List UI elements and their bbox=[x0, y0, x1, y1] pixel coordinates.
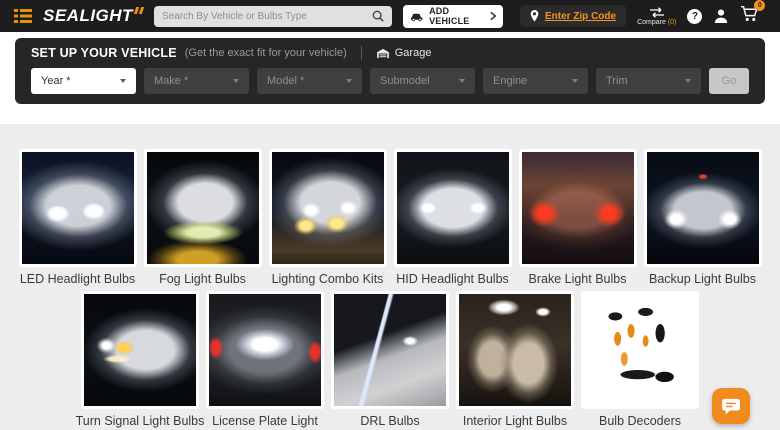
category-label: Lighting Combo Kits bbox=[271, 272, 384, 286]
chevron-right-icon bbox=[490, 11, 496, 21]
category-label: Fog Light Bulbs bbox=[159, 272, 246, 286]
make-select[interactable]: Make * bbox=[144, 68, 249, 94]
compare-count: (0) bbox=[667, 18, 677, 26]
compare-button[interactable]: Compare (0) bbox=[637, 6, 677, 26]
zip-code-button[interactable]: Enter Zip Code bbox=[519, 5, 627, 27]
category-photo-turn-signal bbox=[81, 291, 199, 410]
engine-select[interactable]: Engine bbox=[483, 68, 588, 94]
compare-label: Compare (0) bbox=[637, 18, 677, 26]
category-photo-fog-light bbox=[143, 149, 262, 267]
trim-select[interactable]: Trim bbox=[596, 68, 701, 94]
divider bbox=[360, 46, 362, 60]
category-section: LED Headlight Bulbs Fog Light Bulbs Ligh… bbox=[0, 124, 780, 430]
chat-bubble-icon bbox=[722, 398, 740, 414]
category-photo-interior-light bbox=[456, 291, 574, 410]
garage-label: Garage bbox=[394, 47, 432, 59]
help-glyph: ? bbox=[691, 10, 698, 22]
cart-button[interactable]: 0 bbox=[740, 0, 766, 27]
category-label: LED Headlight Bulbs bbox=[19, 272, 136, 286]
search-bar[interactable] bbox=[153, 5, 392, 27]
garage-link[interactable]: Garage bbox=[376, 47, 432, 59]
category-label: HID Headlight Bulbs bbox=[396, 272, 509, 286]
category-photo-bulb-decoders bbox=[581, 291, 699, 410]
category-license-plate[interactable]: License Plate Light Bulbs bbox=[206, 291, 324, 430]
add-vehicle-button[interactable]: ADD VEHICLE bbox=[402, 4, 503, 28]
menu-icon[interactable] bbox=[14, 9, 32, 23]
cart-badge: 0 bbox=[754, 0, 766, 11]
sealight-logo[interactable]: SEALIGHT bbox=[43, 6, 145, 26]
account-icon[interactable] bbox=[713, 8, 729, 24]
submodel-select[interactable]: Submodel bbox=[370, 68, 475, 94]
category-label: Backup Light Bulbs bbox=[648, 272, 756, 286]
top-header: SEALIGHT ADD VEHICLE Enter Zip Code Comp… bbox=[0, 0, 780, 32]
category-led-headlight[interactable]: LED Headlight Bulbs bbox=[18, 149, 137, 286]
setup-subtitle: (Get the exact fit for your vehicle) bbox=[184, 47, 347, 59]
category-photo-lighting-combo bbox=[268, 149, 387, 267]
category-photo-brake-light bbox=[518, 149, 637, 267]
category-turn-signal[interactable]: Turn Signal Light Bulbs bbox=[76, 291, 204, 430]
model-select[interactable]: Model * bbox=[257, 68, 362, 94]
logo-text: SEALIGHT bbox=[43, 6, 133, 25]
category-lighting-combo[interactable]: Lighting Combo Kits bbox=[268, 149, 387, 286]
category-bulb-decoders[interactable]: Bulb Decoders bbox=[581, 291, 699, 430]
vehicle-setup-panel: SET UP YOUR VEHICLE (Get the exact fit f… bbox=[15, 38, 765, 104]
category-hid-headlight[interactable]: HID Headlight Bulbs bbox=[393, 149, 512, 286]
compare-arrows-icon bbox=[649, 6, 664, 18]
zip-code-label: Enter Zip Code bbox=[544, 10, 617, 22]
category-photo-led-headlight bbox=[18, 149, 137, 267]
category-row-2: Turn Signal Light Bulbs License Plate Li… bbox=[0, 291, 780, 430]
category-row-1: LED Headlight Bulbs Fog Light Bulbs Ligh… bbox=[0, 149, 780, 286]
category-backup-light[interactable]: Backup Light Bulbs bbox=[643, 149, 762, 286]
category-fog-light[interactable]: Fog Light Bulbs bbox=[143, 149, 262, 286]
car-icon bbox=[410, 13, 423, 21]
category-drl[interactable]: DRL Bulbs bbox=[331, 291, 449, 430]
category-brake-light[interactable]: Brake Light Bulbs bbox=[518, 149, 637, 286]
garage-icon bbox=[376, 48, 389, 58]
category-photo-backup-light bbox=[643, 149, 762, 267]
search-input[interactable] bbox=[161, 10, 372, 22]
category-photo-license-plate bbox=[206, 291, 324, 410]
category-label: License Plate Light Bulbs bbox=[212, 414, 318, 430]
category-interior-light[interactable]: Interior Light Bulbs bbox=[456, 291, 574, 430]
setup-title: SET UP YOUR VEHICLE bbox=[31, 46, 177, 60]
category-label: Turn Signal Light Bulbs bbox=[75, 414, 205, 429]
category-label: Bulb Decoders bbox=[599, 414, 681, 429]
add-vehicle-label: ADD VEHICLE bbox=[429, 6, 470, 26]
category-photo-hid-headlight bbox=[393, 149, 512, 267]
year-select[interactable]: Year * bbox=[31, 68, 136, 94]
location-pin-icon bbox=[530, 10, 539, 22]
help-button[interactable]: ? bbox=[687, 8, 703, 24]
category-label: Interior Light Bulbs bbox=[462, 414, 568, 429]
category-label: DRL Bulbs bbox=[360, 414, 420, 429]
logo-accent bbox=[133, 7, 145, 14]
category-label: Brake Light Bulbs bbox=[528, 272, 627, 286]
category-photo-drl bbox=[331, 291, 449, 410]
chat-widget-button[interactable] bbox=[712, 388, 750, 424]
go-button[interactable]: Go bbox=[709, 68, 749, 94]
search-icon[interactable] bbox=[372, 10, 384, 22]
